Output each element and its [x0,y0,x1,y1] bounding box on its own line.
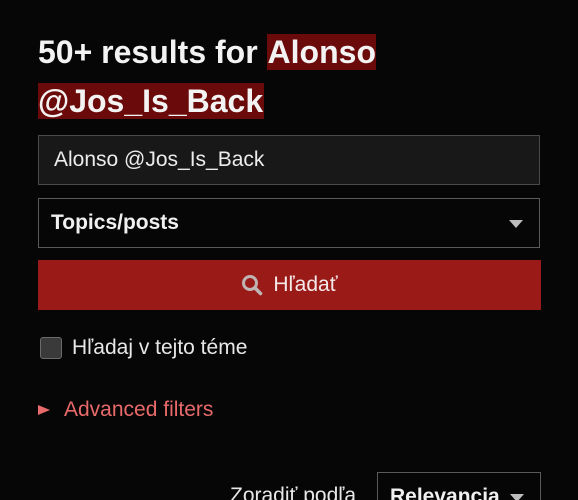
search-in-topic-checkbox[interactable] [40,337,62,359]
scope-select-value: Topics/posts [51,211,179,234]
advanced-filters-toggle[interactable]: Advanced filters [38,398,213,422]
search-page: 50+ results for Alonso @Jos_Is_Back Topi… [0,0,578,500]
sort-label: Zoradiť podľa [230,484,357,500]
search-button[interactable]: Hľadať [38,260,541,310]
search-in-topic-label: Hľadaj v tejto téme [72,336,248,359]
advanced-filters-label: Advanced filters [64,398,214,421]
search-input[interactable] [38,135,540,185]
scope-select[interactable]: Topics/posts [38,198,540,248]
search-icon [241,274,263,296]
chevron-down-icon [509,220,523,228]
caret-right-icon [38,405,50,415]
search-in-topic-option[interactable]: Hľadaj v tejto téme [40,336,247,360]
search-button-label: Hľadať [273,273,338,296]
title-prefix: 50+ results for [38,34,267,70]
sort-select[interactable]: Relevancia [377,472,541,500]
sort-select-value: Relevancia [390,485,500,500]
page-title: 50+ results for Alonso @Jos_Is_Back [38,28,558,126]
chevron-down-icon [510,494,524,500]
